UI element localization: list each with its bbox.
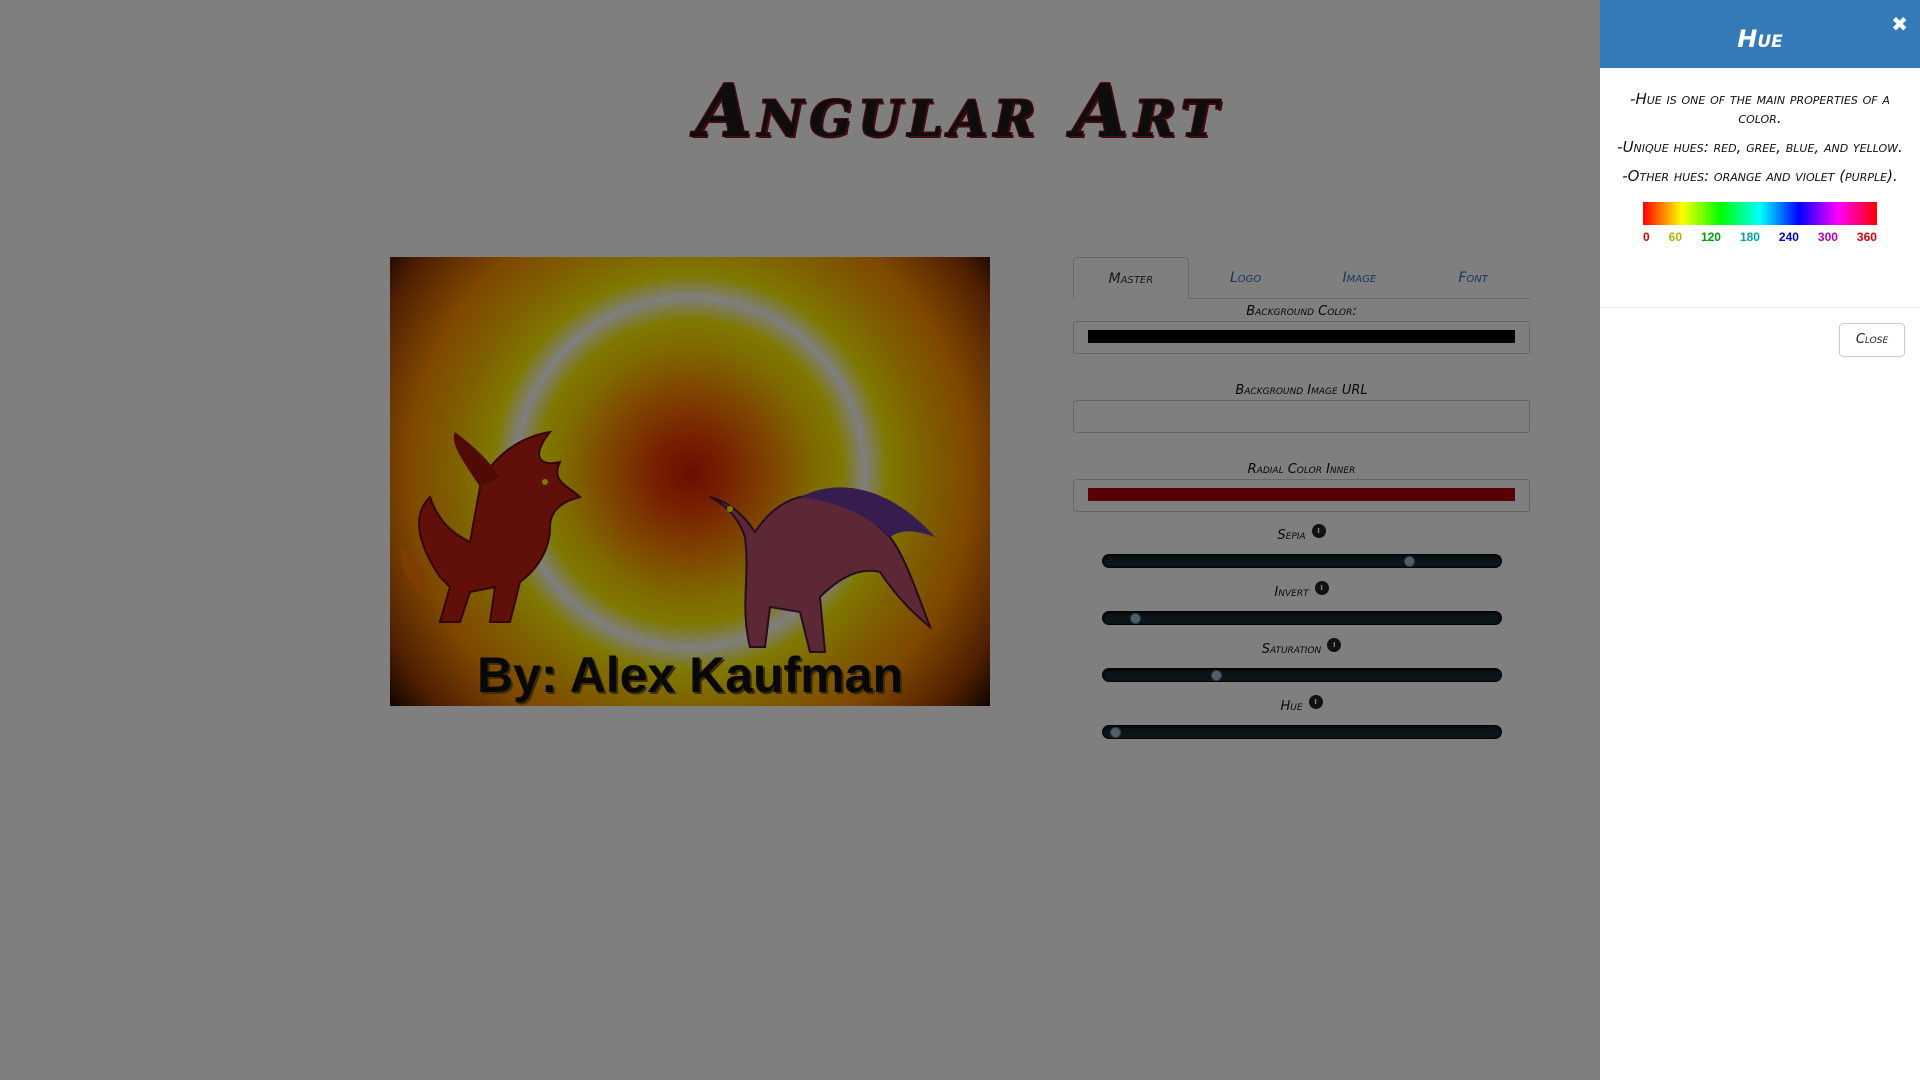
panel-body: -Hue is one of the main properties of a … — [1600, 68, 1920, 308]
hue-tick-label: 0 — [1643, 230, 1650, 244]
hue-tick-label: 180 — [1739, 230, 1760, 244]
modal-backdrop[interactable] — [0, 0, 1600, 1080]
close-icon[interactable]: ✖ — [1891, 14, 1908, 34]
panel-text-line: -Hue is one of the main properties of a … — [1630, 90, 1890, 127]
hue-spectrum-bar — [1643, 202, 1877, 225]
panel-header: Hue ✖ — [1600, 0, 1920, 68]
close-button[interactable]: Close — [1839, 323, 1905, 357]
hue-tick-label: 60 — [1668, 230, 1682, 244]
hue-tick-label: 360 — [1856, 230, 1877, 244]
panel-title: Hue — [1737, 25, 1783, 53]
hue-info-panel: Hue ✖ -Hue is one of the main properties… — [1600, 0, 1920, 1080]
hue-tick-label: 300 — [1817, 230, 1838, 244]
hue-scale: 0 60 120 180 240 300 360 — [1643, 230, 1877, 244]
hue-tick-label: 120 — [1700, 230, 1721, 244]
hue-tick-label: 240 — [1778, 230, 1799, 244]
panel-text-line: -Unique hues: red, gree, blue, and yello… — [1617, 138, 1903, 156]
panel-footer: Close — [1600, 308, 1920, 372]
panel-text-line: -Other hues: orange and violet (purple). — [1622, 167, 1898, 185]
